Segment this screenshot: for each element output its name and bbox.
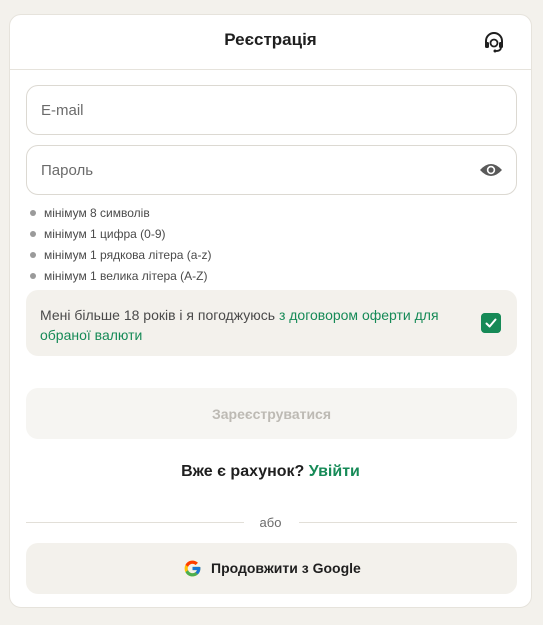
login-link[interactable]: Увійти — [309, 463, 360, 480]
google-icon — [184, 560, 201, 577]
bullet-icon — [30, 273, 36, 279]
headset-icon[interactable] — [482, 30, 506, 54]
password-rule: мінімум 1 рядкова літера (a-z) — [30, 248, 211, 269]
email-input[interactable] — [41, 86, 461, 134]
divider-label: або — [259, 515, 282, 530]
password-rule-text: мінімум 1 рядкова літера (a-z) — [44, 248, 212, 262]
login-question: Вже є рахунок? — [181, 463, 309, 480]
password-rule: мінімум 1 велика літера (A-Z) — [30, 269, 211, 290]
agreement-text: Мені більше 18 років і я погоджуюсь з до… — [40, 305, 460, 345]
password-field — [26, 145, 517, 195]
bullet-icon — [30, 210, 36, 216]
login-prompt: Вже є рахунок? Увійти — [10, 463, 531, 481]
agreement-box: Мені більше 18 років і я погоджуюсь з до… — [26, 290, 517, 356]
divider-line-left — [26, 522, 244, 523]
google-button-label: Продовжити з Google — [211, 560, 361, 576]
eye-icon[interactable] — [479, 160, 503, 180]
card-header: Реєстрація — [10, 15, 531, 70]
password-rule-text: мінімум 1 цифра (0-9) — [44, 227, 166, 241]
register-button[interactable]: Зареєструватися — [26, 388, 517, 439]
agreement-checkbox[interactable] — [481, 313, 501, 333]
google-signin-button[interactable]: Продовжити з Google — [26, 543, 517, 594]
page-title: Реєстрація — [224, 30, 317, 49]
password-rule: мінімум 1 цифра (0-9) — [30, 227, 211, 248]
email-field — [26, 85, 517, 135]
password-rule: мінімум 8 символів — [30, 206, 211, 227]
bullet-icon — [30, 231, 36, 237]
password-rule-text: мінімум 1 велика літера (A-Z) — [44, 269, 208, 283]
password-rule-text: мінімум 8 символів — [44, 206, 150, 220]
bullet-icon — [30, 252, 36, 258]
password-input[interactable] — [41, 146, 461, 194]
agreement-label: Мені більше 18 років і я погоджуюсь — [40, 307, 279, 323]
divider-line-right — [299, 522, 517, 523]
password-rules: мінімум 8 символів мінімум 1 цифра (0-9)… — [30, 206, 211, 290]
registration-card: Реєстрація мінімум 8 символів мінімум 1 … — [9, 14, 532, 608]
